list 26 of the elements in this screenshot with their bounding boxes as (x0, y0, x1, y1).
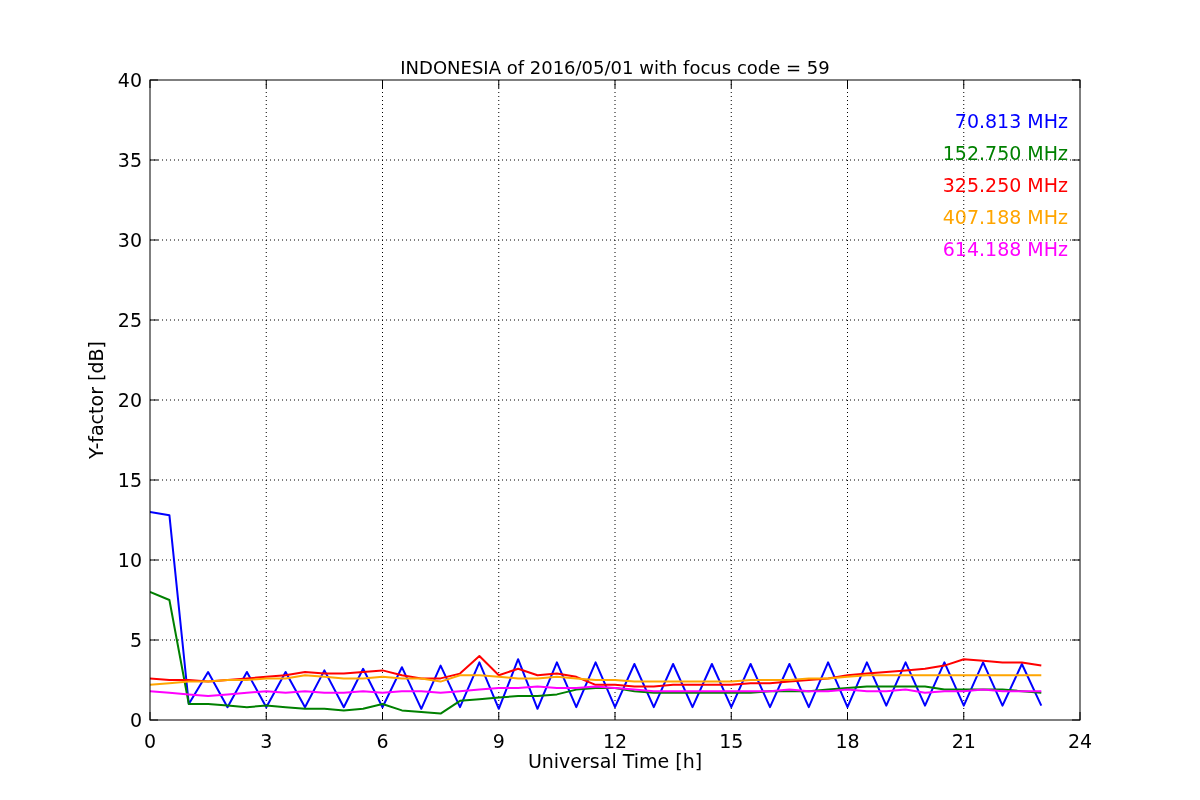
tick-label: 9 (492, 730, 505, 752)
axis-label: Universal Time [h] (527, 750, 703, 772)
tick-label: 30 (117, 229, 142, 251)
tick-label: 3 (260, 730, 273, 752)
tick-label: 12 (602, 730, 628, 752)
legend-label: 614.188 MHz (942, 238, 1068, 260)
tick-label: 18 (835, 730, 860, 752)
legend-label: 407.188 MHz (942, 206, 1068, 228)
tick-label: 40 (117, 69, 142, 91)
axis-label: Y-factor [dB] (85, 341, 107, 459)
legend-label: 325.250 MHz (942, 174, 1068, 196)
tick-label: 25 (117, 309, 142, 331)
chart-title: INDONESIA of 2016/05/01 with focus code = 59 (400, 57, 830, 78)
tick-label: 35 (117, 149, 142, 171)
legend-label: 152.750 MHz (942, 142, 1068, 164)
tick-label: 0 (129, 709, 142, 731)
tick-label: 20 (117, 389, 142, 411)
tick-label: 21 (951, 730, 976, 752)
tick-label: 5 (129, 629, 142, 651)
tick-label: 15 (117, 469, 142, 491)
legend-label: 70.813 MHz (954, 110, 1068, 132)
tick-label: 10 (117, 549, 142, 571)
tick-label: 6 (376, 730, 389, 752)
tick-label: 24 (1067, 730, 1093, 752)
tick-label: 0 (143, 730, 157, 752)
tick-label: 15 (719, 730, 744, 752)
